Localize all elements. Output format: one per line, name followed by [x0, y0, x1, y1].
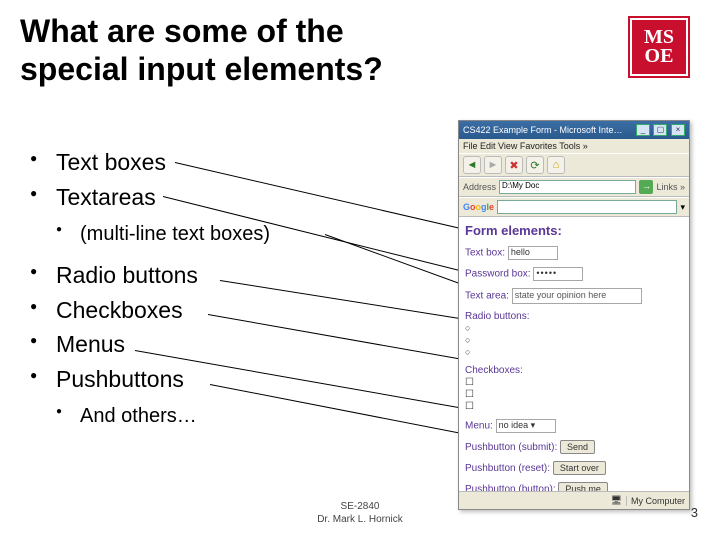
page-number: 3 — [691, 505, 698, 520]
checkbox-option[interactable] — [465, 401, 683, 412]
browser-toolbar: ◄ ► ✖ ⟳ ⌂ — [459, 153, 689, 177]
bullet-radio-label: Radio buttons — [56, 262, 198, 288]
bullet-menus: Menus — [30, 327, 410, 362]
row-menu: Menu: no idea ▾ — [465, 419, 683, 433]
reset-label: Pushbutton (reset): — [465, 463, 550, 474]
checkbox-option[interactable] — [465, 377, 683, 388]
radio-option[interactable] — [465, 347, 683, 358]
menu-select[interactable]: no idea ▾ — [496, 419, 556, 433]
browser-window: CS422 Example Form - Microsoft Inte… _ ▢… — [458, 120, 690, 510]
textbox-input[interactable]: hello — [508, 246, 558, 260]
address-bar: Address D:\My Doc → Links » — [459, 177, 689, 197]
footer-author: Dr. Mark L. Hornick — [0, 513, 720, 526]
submit-button[interactable]: Send — [560, 440, 595, 454]
textbox-label: Text box: — [465, 248, 505, 259]
radio-label: Radio buttons: — [465, 311, 530, 322]
sub-bullet-others: And others… — [56, 400, 410, 432]
checkbox-option[interactable] — [465, 389, 683, 400]
row-radio: Radio buttons: — [465, 311, 683, 358]
bullet-menus-label: Menus — [56, 331, 125, 357]
go-icon[interactable]: → — [639, 180, 653, 194]
checkbox-label: Checkboxes: — [465, 365, 523, 376]
password-input[interactable]: ••••• — [533, 267, 583, 281]
password-label: Password box: — [465, 269, 531, 280]
bullet-textareas-label: Textareas — [56, 184, 156, 210]
row-reset: Pushbutton (reset): Start over — [465, 461, 683, 475]
radio-option[interactable] — [465, 323, 683, 334]
bullet-checkboxes: Checkboxes — [30, 293, 410, 328]
address-label: Address — [463, 182, 496, 192]
submit-label: Pushbutton (submit): — [465, 442, 557, 453]
radio-option[interactable] — [465, 335, 683, 346]
bullet-radio: Radio buttons — [30, 258, 410, 293]
google-toolbar: Google ▾ — [459, 197, 689, 217]
bullet-pushbuttons-label: Pushbuttons — [56, 366, 184, 392]
close-icon[interactable]: × — [671, 124, 685, 136]
back-icon[interactable]: ◄ — [463, 156, 481, 174]
slide-footer: SE-2840 Dr. Mark L. Hornick — [0, 500, 720, 526]
browser-titlebar: CS422 Example Form - Microsoft Inte… _ ▢… — [459, 121, 689, 139]
google-logo: Google — [463, 202, 494, 212]
refresh-icon[interactable]: ⟳ — [526, 156, 544, 174]
row-submit: Pushbutton (submit): Send — [465, 440, 683, 454]
address-input[interactable]: D:\My Doc — [499, 180, 636, 194]
row-textarea: Text area: state your opinion here — [465, 288, 683, 304]
reset-button[interactable]: Start over — [553, 461, 606, 475]
browser-menubar[interactable]: File Edit View Favorites Tools » — [459, 139, 689, 153]
bullet-checkboxes-label: Checkboxes — [56, 297, 183, 323]
menu-value: no idea — [499, 420, 529, 430]
msoe-logo: MS OE — [628, 16, 690, 78]
window-buttons: _ ▢ × — [635, 124, 685, 136]
textarea-input[interactable]: state your opinion here — [512, 288, 642, 304]
footer-course: SE-2840 — [0, 500, 720, 513]
form-heading: Form elements: — [465, 223, 683, 238]
stop-icon[interactable]: ✖ — [505, 156, 523, 174]
browser-title: CS422 Example Form - Microsoft Inte… — [463, 125, 623, 135]
form-body: Form elements: Text box: hello Password … — [459, 217, 689, 493]
slide: What are some of the special input eleme… — [0, 0, 720, 540]
logo-line-2: OE — [630, 47, 688, 66]
textarea-label: Text area: — [465, 291, 509, 302]
home-icon[interactable]: ⌂ — [547, 156, 565, 174]
bullet-pushbuttons: Pushbuttons And others… — [30, 362, 410, 433]
forward-icon[interactable]: ► — [484, 156, 502, 174]
links-label[interactable]: Links » — [656, 182, 685, 192]
row-checkboxes: Checkboxes: — [465, 365, 683, 412]
slide-title: What are some of the special input eleme… — [20, 12, 440, 89]
bullet-content: Text boxes Textareas (multi-line text bo… — [30, 145, 410, 440]
row-password: Password box: ••••• — [465, 267, 683, 281]
menu-label: Menu: — [465, 421, 493, 432]
google-dropdown-icon[interactable]: ▾ — [680, 202, 685, 213]
bullet-text-boxes: Text boxes — [30, 145, 410, 180]
bullet-textareas: Textareas (multi-line text boxes) — [30, 180, 410, 251]
google-search-input[interactable] — [497, 200, 677, 214]
minimize-icon[interactable]: _ — [636, 124, 650, 136]
row-textbox: Text box: hello — [465, 246, 683, 260]
maximize-icon[interactable]: ▢ — [653, 124, 667, 136]
bullet-text-boxes-label: Text boxes — [56, 149, 166, 175]
